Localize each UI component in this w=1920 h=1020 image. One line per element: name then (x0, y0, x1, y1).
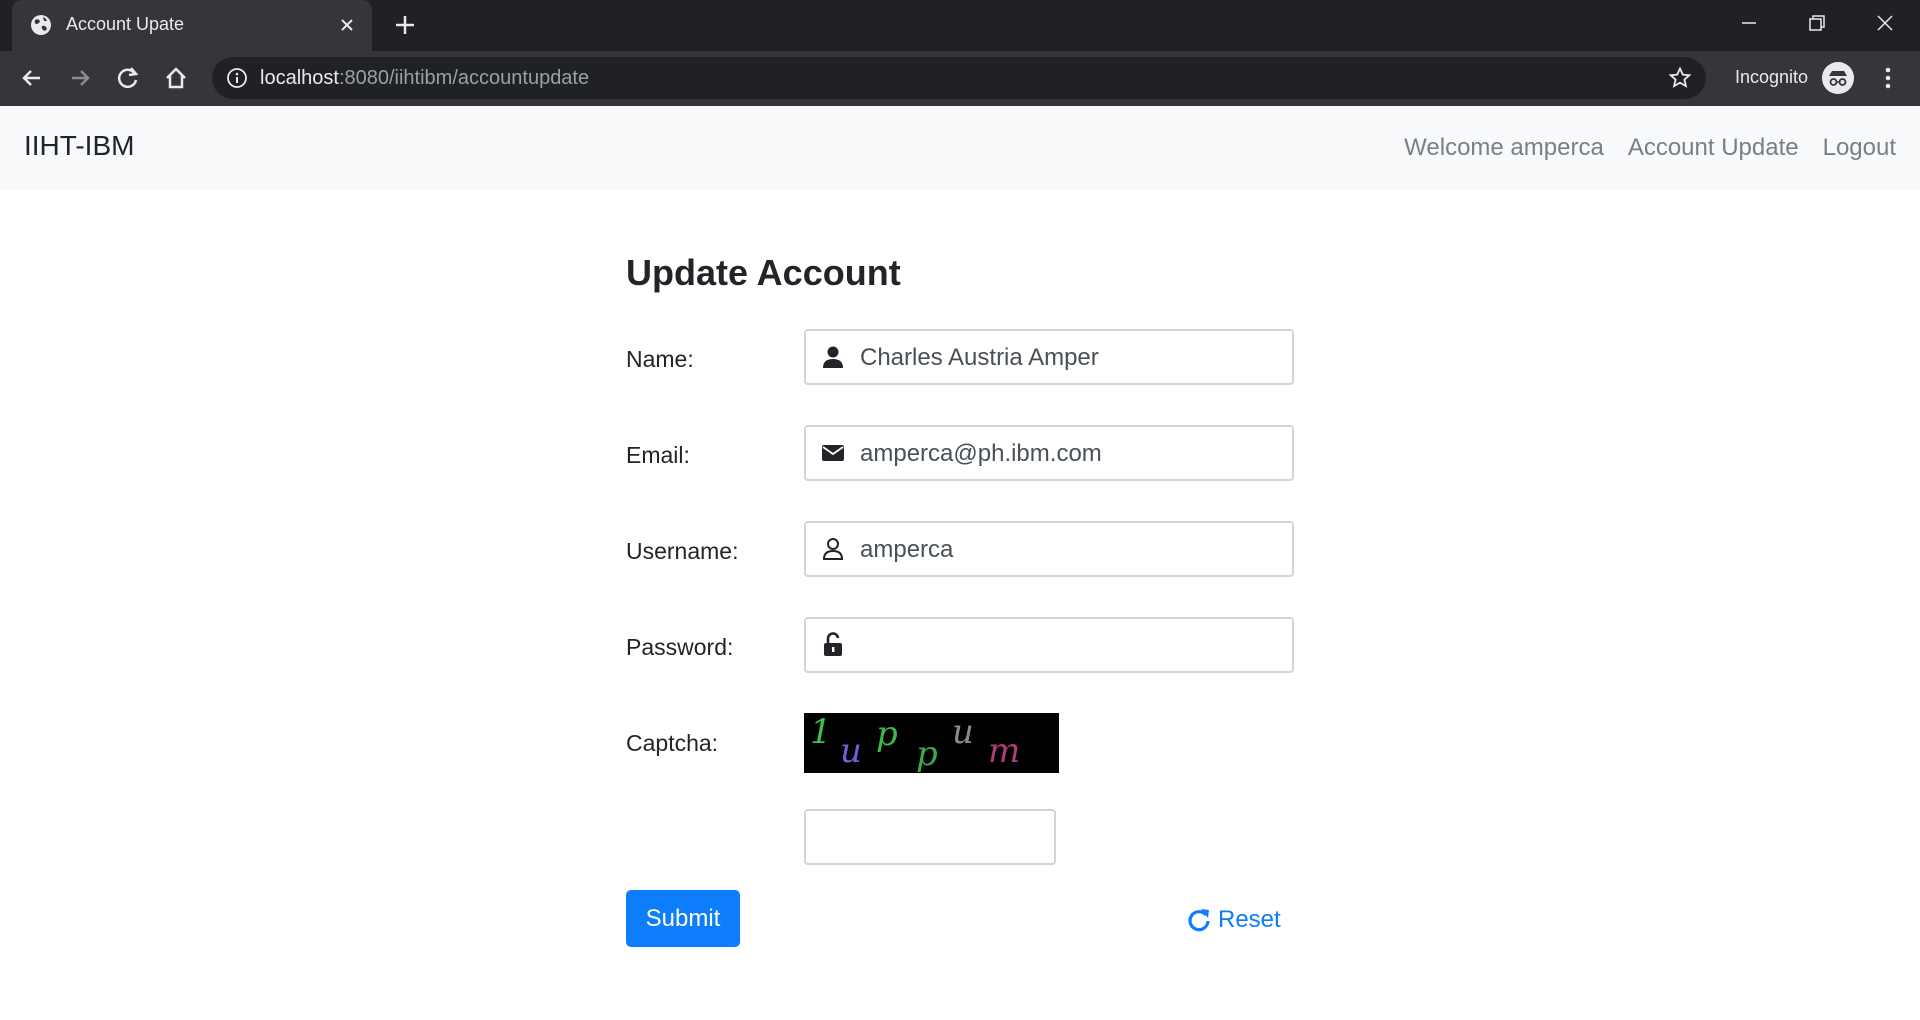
page-title: Update Account (626, 252, 901, 293)
name-label: Name: (626, 346, 694, 372)
nav-welcome[interactable]: Welcome amperca (1404, 134, 1604, 162)
captcha-char: m (988, 731, 1020, 771)
nav-links: Welcome amperca Account Update Logout (1404, 134, 1896, 162)
username-label: Username: (626, 538, 739, 564)
kebab-menu-icon[interactable] (1876, 64, 1900, 92)
nav-account-update[interactable]: Account Update (1628, 134, 1799, 162)
url-host: localhost (260, 67, 339, 89)
home-icon[interactable] (162, 64, 190, 92)
username-field[interactable]: amperca (804, 521, 1294, 577)
tab-title: Account Upate (66, 14, 185, 34)
reset-label: Reset (1218, 906, 1281, 933)
globe-icon (31, 15, 51, 35)
browser-toolbar: localhost:8080/iihtibm/accountupdate Inc… (0, 51, 1920, 106)
minimize-icon[interactable] (1734, 8, 1764, 38)
url-text: localhost:8080/iihtibm/accountupdate (260, 67, 589, 90)
incognito-label: Incognito (1735, 67, 1809, 87)
info-icon[interactable] (226, 67, 248, 89)
forward-arrow-icon[interactable] (66, 64, 94, 92)
user-outline-icon (822, 538, 844, 560)
site-brand[interactable]: IIHT-IBM (24, 130, 134, 162)
plus-icon[interactable] (392, 12, 418, 38)
email-value: amperca@ph.ibm.com (860, 440, 1102, 467)
name-value: Charles Austria Amper (860, 344, 1099, 371)
email-field[interactable]: amperca@ph.ibm.com (804, 425, 1294, 481)
window-close-icon[interactable] (1870, 8, 1900, 38)
submit-button[interactable]: Submit (626, 890, 740, 947)
reset-button[interactable]: Reset (1186, 905, 1281, 935)
username-value: amperca (860, 536, 954, 563)
email-label: Email: (626, 442, 690, 468)
name-field[interactable]: Charles Austria Amper (804, 329, 1294, 385)
password-field[interactable] (804, 617, 1294, 673)
password-label: Password: (626, 634, 734, 660)
envelope-icon (822, 445, 844, 461)
nav-logout[interactable]: Logout (1823, 134, 1896, 162)
back-arrow-icon[interactable] (18, 64, 46, 92)
close-icon[interactable] (336, 14, 358, 36)
captcha-image: 1 u p p u m (804, 713, 1059, 773)
restore-icon[interactable] (1802, 8, 1832, 38)
redo-icon (1188, 909, 1210, 932)
captcha-input[interactable] (804, 809, 1056, 865)
reload-icon[interactable] (114, 64, 142, 92)
captcha-char: p (916, 734, 938, 773)
captcha-char: 1 (810, 713, 832, 752)
incognito-icon[interactable] (1822, 62, 1854, 94)
captcha-char: p (876, 714, 898, 754)
captcha-char: u (952, 713, 974, 752)
unlock-icon (824, 632, 842, 656)
user-icon (823, 346, 843, 368)
star-icon[interactable] (1668, 66, 1692, 90)
url-path: :8080/iihtibm/accountupdate (338, 67, 590, 89)
browser-tabstrip: Account Upate (0, 0, 1920, 51)
browser-tab[interactable]: Account Upate (12, 0, 372, 51)
captcha-char: u (840, 731, 862, 771)
captcha-label: Captcha: (626, 730, 719, 756)
address-bar[interactable]: localhost:8080/iihtibm/accountupdate (212, 57, 1706, 99)
site-navbar: IIHT-IBM Welcome amperca Account Update … (0, 106, 1920, 190)
